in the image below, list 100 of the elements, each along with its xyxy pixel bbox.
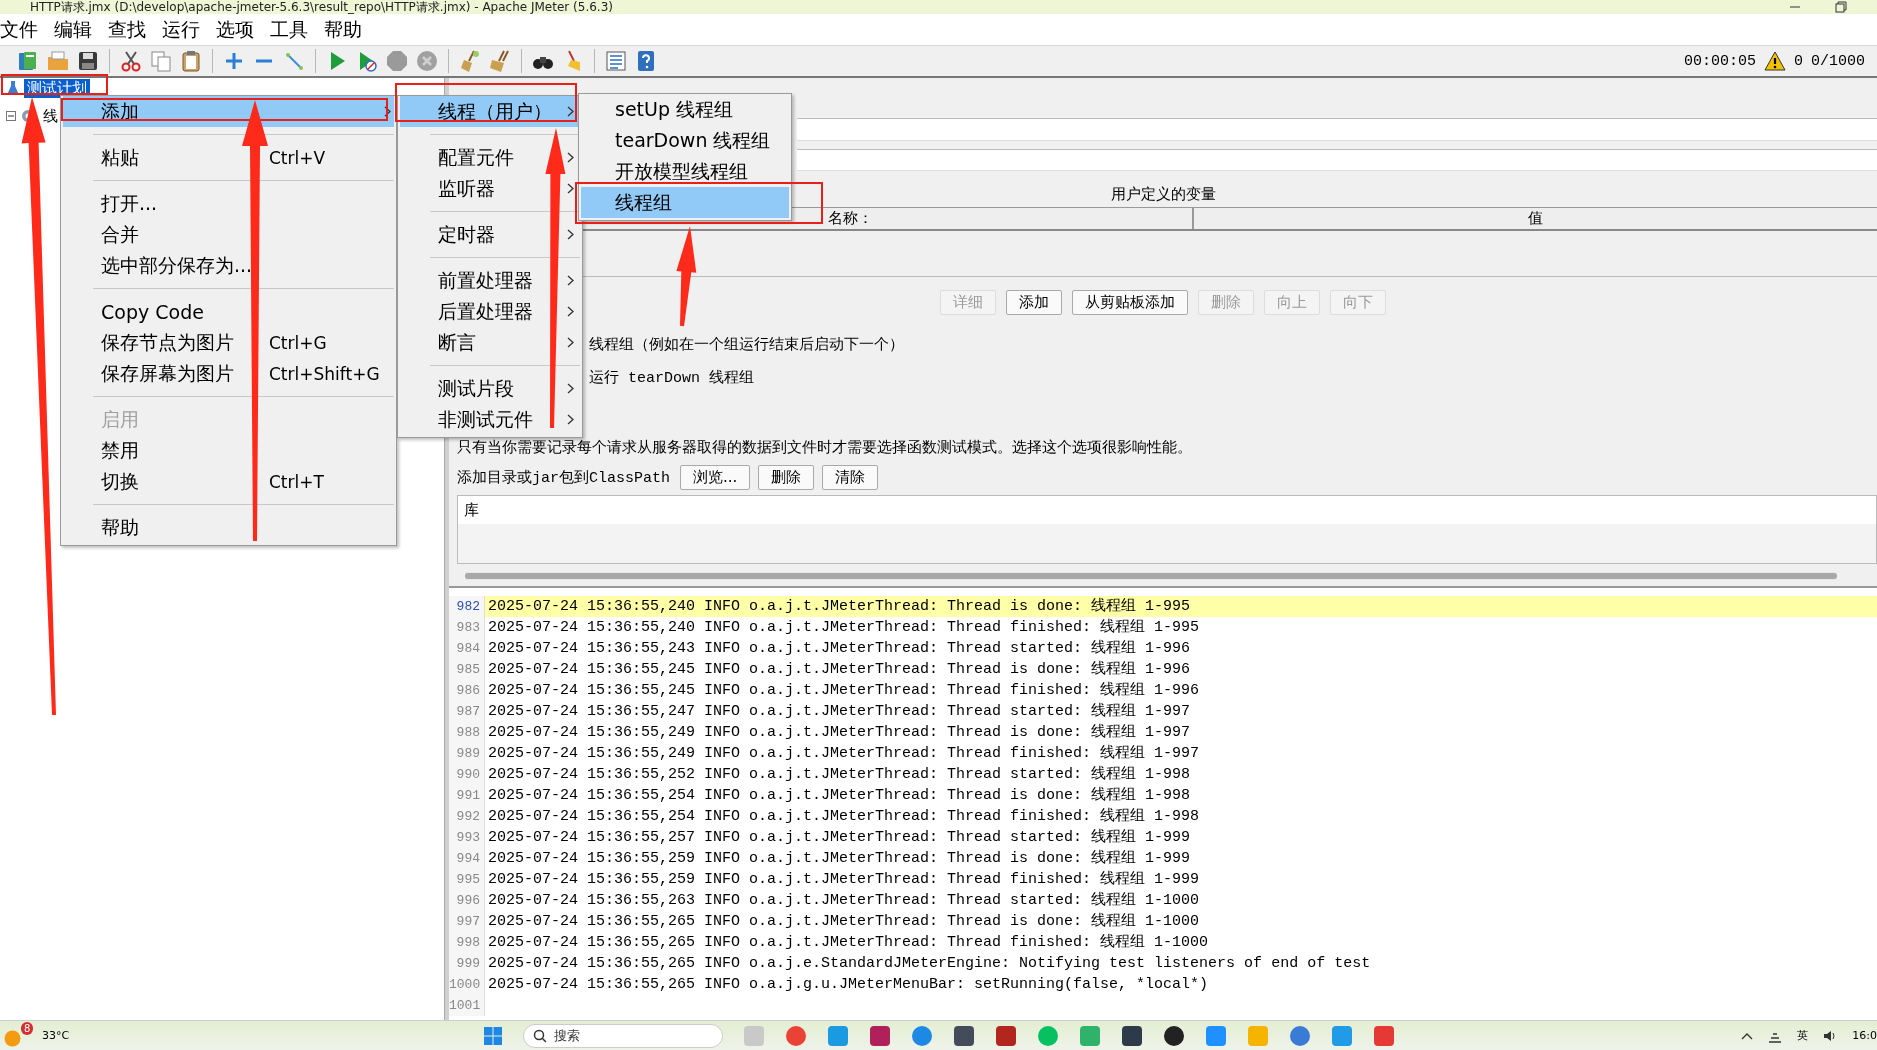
notification-badge: 8 xyxy=(21,1021,34,1035)
action-button[interactable]: 清除 xyxy=(822,464,879,490)
log-line: 2025-07-24 15:36:55,249 INFO o.a.j.t.JMeterThread: Thread finished: 线程组 1-997 xyxy=(487,743,1201,764)
line-number: 982 xyxy=(449,596,485,617)
menu-item[interactable]: 编辑 xyxy=(54,16,92,43)
note-text: 运行 tearDown 线程组 xyxy=(589,368,754,388)
menu-item[interactable]: 合并 xyxy=(63,219,394,250)
menu-item[interactable]: 保存屏幕为图片 Ctrl+Shift+G xyxy=(63,358,394,389)
scissors-icon[interactable] xyxy=(119,49,143,73)
log-line: 2025-07-24 15:36:55,249 INFO o.a.j.t.JMeterThread: Thread is done: 线程组 1-997 xyxy=(487,722,1192,743)
log-line: 2025-07-24 15:36:55,265 INFO o.a.j.t.JMeterThread: Thread is done: 线程组 1-1000 xyxy=(487,911,1201,932)
log-line: 2025-07-24 15:36:55,254 INFO o.a.j.t.JMeterThread: Thread finished: 线程组 1-998 xyxy=(487,806,1201,827)
line-number: 993 xyxy=(449,827,485,848)
line-number: 990 xyxy=(449,764,485,785)
menu-item[interactable]: 开放模型线程组 xyxy=(581,156,789,187)
windows-icon[interactable] xyxy=(482,1025,503,1046)
search-icon xyxy=(532,1028,547,1043)
log-line: 2025-07-24 15:36:55,265 INFO o.a.j.g.u.JMeterMenuBar: setRunning(false, *local*) xyxy=(487,975,1210,995)
menu-item[interactable]: 切换 Ctrl+T xyxy=(63,466,394,497)
search-field[interactable]: 搜索 xyxy=(522,1023,723,1048)
input-field[interactable] xyxy=(797,118,1877,141)
line-number: 998 xyxy=(449,932,485,953)
line-number: 1001 xyxy=(449,995,485,1016)
line-number: 985 xyxy=(449,659,485,680)
copy-icon[interactable] xyxy=(149,49,173,73)
stop-icon[interactable] xyxy=(385,49,409,73)
menu-item[interactable]: 选项 xyxy=(216,16,254,43)
horizontal-scrollbar[interactable] xyxy=(465,572,1837,580)
action-button[interactable]: 浏览... xyxy=(680,464,751,490)
menu-item[interactable]: 定时器 xyxy=(400,219,580,250)
menu-item[interactable]: Copy Code xyxy=(63,296,394,327)
clipboard-icon[interactable] xyxy=(179,49,203,73)
action-button[interactable]: 添加 xyxy=(1006,289,1062,315)
menu-item[interactable]: 禁用 xyxy=(63,435,394,466)
line-number: 997 xyxy=(449,911,485,932)
hint-text: 只有当你需要记录每个请求从服务器取得的数据到文件时才需要选择函数测试模式。选择这个选项很影响性能。 xyxy=(457,436,1192,458)
warning-count: 0 xyxy=(1793,52,1803,70)
collapse-icon[interactable] xyxy=(6,111,16,121)
brooms-icon[interactable] xyxy=(488,49,512,73)
circle-x-icon[interactable] xyxy=(415,49,439,73)
menu-item[interactable]: 打开... xyxy=(63,188,394,219)
log-line: 2025-07-24 15:36:55,265 INFO o.a.j.e.StandardJMeterEngine: Notifying test listeners of end of test xyxy=(487,954,1372,974)
menu-item[interactable]: 帮助 xyxy=(63,512,394,543)
tree-item[interactable]: 线 xyxy=(40,106,61,126)
menu-item[interactable]: tearDown 线程组 xyxy=(581,125,789,156)
menu-item[interactable]: 非测试元件 xyxy=(400,404,580,435)
list-icon[interactable] xyxy=(604,49,628,73)
input-field[interactable] xyxy=(797,149,1877,171)
note-text: 线程组（例如在一个组运行结束后启动下一个） xyxy=(589,335,904,355)
menu-item[interactable]: 查找 xyxy=(108,16,146,43)
log-line: 2025-07-24 15:36:55,259 INFO o.a.j.t.JMeterThread: Thread is done: 线程组 1-999 xyxy=(487,848,1192,869)
line-number: 986 xyxy=(449,680,485,701)
menu-item[interactable]: 运行 xyxy=(162,16,200,43)
line-number: 994 xyxy=(449,848,485,869)
app-icon[interactable] xyxy=(1120,1024,1143,1047)
section-title: 用户定义的变量 xyxy=(1110,184,1216,204)
save-icon[interactable] xyxy=(76,49,100,73)
menu-item[interactable]: 帮助 xyxy=(324,16,362,43)
menu-item[interactable]: 前置处理器 xyxy=(400,265,580,296)
log-line: 2025-07-24 15:36:55,243 INFO o.a.j.t.JMeterThread: Thread started: 线程组 1-996 xyxy=(487,638,1192,659)
line-number: 988 xyxy=(449,722,485,743)
menu-item[interactable]: 配置元件 xyxy=(400,142,580,173)
menu-item[interactable]: 断言 xyxy=(400,327,580,358)
menu-item[interactable]: 监听器 xyxy=(400,173,580,204)
flask-icon xyxy=(6,80,20,96)
line-number: 984 xyxy=(449,638,485,659)
menu-item[interactable]: 测试片段 xyxy=(400,373,580,404)
menu-item[interactable]: 文件 xyxy=(0,16,38,43)
line-number: 1000 xyxy=(449,974,485,995)
log-line: 2025-07-24 15:36:55,254 INFO o.a.j.t.JMeterThread: Thread is done: 线程组 1-998 xyxy=(487,785,1192,806)
input-language[interactable]: 英 xyxy=(1797,1028,1809,1043)
menu-item[interactable]: setUp 线程组 xyxy=(581,94,789,125)
sun-icon[interactable] xyxy=(4,1029,21,1047)
app-icon[interactable] xyxy=(1162,1024,1185,1047)
log-line: 2025-07-24 15:36:55,259 INFO o.a.j.t.JMeterThread: Thread finished: 线程组 1-999 xyxy=(487,869,1201,890)
log-line: 2025-07-24 15:36:55,245 INFO o.a.j.t.JMeterThread: Thread is done: 线程组 1-996 xyxy=(487,659,1192,680)
warning-icon xyxy=(1763,50,1786,72)
broom-icon[interactable] xyxy=(458,49,482,73)
log-line: 2025-07-24 15:36:55,265 INFO o.a.j.t.JMeterThread: Thread finished: 线程组 1-1000 xyxy=(487,932,1210,953)
column-header: 值 xyxy=(1192,208,1877,229)
line-number: 999 xyxy=(449,953,485,974)
elapsed-time: 00:00:05 xyxy=(1683,52,1756,70)
log-line: 2025-07-24 15:36:55,245 INFO o.a.j.t.JMeterThread: Thread finished: 线程组 1-996 xyxy=(487,680,1201,701)
menu-item[interactable]: 选中部分保存为... xyxy=(63,250,394,281)
menu-item[interactable]: 粘贴 Ctrl+V xyxy=(63,142,394,173)
app-icon[interactable] xyxy=(952,1024,975,1047)
menu-item[interactable]: 线程组 xyxy=(581,187,789,218)
chevron-up-icon[interactable] xyxy=(1741,1031,1754,1040)
line-number: 987 xyxy=(449,701,485,722)
restore-icon[interactable] xyxy=(1835,1,1847,13)
menu-item[interactable]: 工具 xyxy=(270,16,308,43)
line-number: 983 xyxy=(449,617,485,638)
log-line: 2025-07-24 15:36:55,247 INFO o.a.j.t.JMeterThread: Thread started: 线程组 1-997 xyxy=(487,701,1192,722)
action-button[interactable]: 从剪贴板添加 xyxy=(1072,289,1188,315)
log-line: 2025-07-24 15:36:55,240 INFO o.a.j.t.JMeterThread: Thread finished: 线程组 1-995 xyxy=(487,617,1201,638)
menu-item[interactable]: 后置处理器 xyxy=(400,296,580,327)
action-button[interactable]: 删除 xyxy=(758,464,815,490)
menu-item[interactable]: 保存节点为图片 Ctrl+G xyxy=(63,327,394,358)
log-line: 2025-07-24 15:36:55,252 INFO o.a.j.t.JMeterThread: Thread started: 线程组 1-998 xyxy=(487,764,1192,785)
folder-icon[interactable] xyxy=(46,49,70,73)
